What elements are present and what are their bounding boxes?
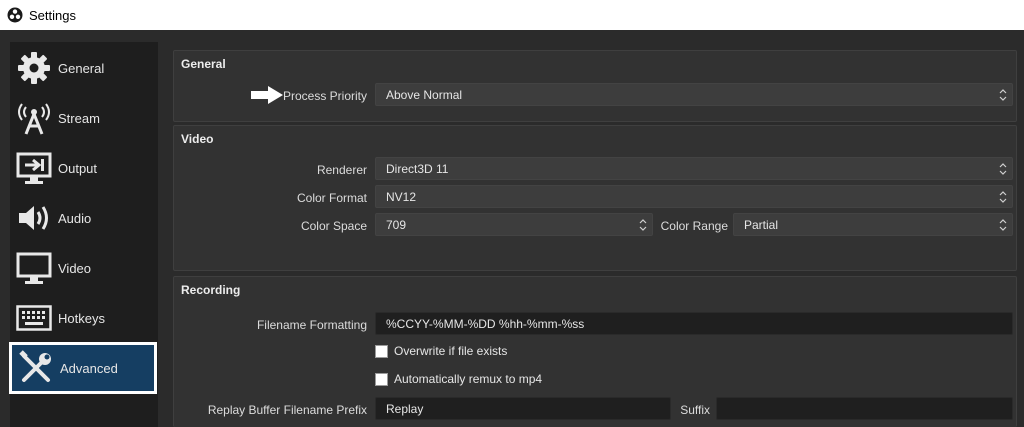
group-title-general: General xyxy=(181,57,226,71)
group-title-recording: Recording xyxy=(181,283,241,297)
remux-checkbox-label: Automatically remux to mp4 xyxy=(394,372,543,386)
broadcast-antenna-icon xyxy=(16,100,52,136)
group-title-video: Video xyxy=(181,132,214,146)
settings-window: General Stream Output Audio Video Hotkey… xyxy=(0,30,1024,427)
tools-icon xyxy=(18,350,54,386)
color-space-label: Color Space xyxy=(300,219,367,233)
sidebar-item-audio[interactable]: Audio xyxy=(10,193,158,243)
suffix-label: Suffix xyxy=(680,403,710,417)
dropdown-chevrons-icon xyxy=(998,87,1008,103)
color-format-label: Color Format xyxy=(296,191,367,205)
select-value: 709 xyxy=(386,217,407,232)
input-value: Replay xyxy=(386,401,424,416)
color-range-select[interactable]: Partial xyxy=(733,213,1013,236)
suffix-input[interactable] xyxy=(716,397,1013,420)
sidebar-item-general[interactable]: General xyxy=(10,43,158,93)
dropdown-chevrons-icon xyxy=(998,217,1008,233)
recording-group: Recording Filename Formatting %CCYY-%MM-… xyxy=(173,276,1017,427)
sidebar-item-label: Hotkeys xyxy=(58,310,105,326)
video-group: Video Renderer Direct3D 11 Color Format … xyxy=(173,125,1017,271)
sidebar-item-label: Stream xyxy=(58,110,100,126)
select-value: Above Normal xyxy=(386,87,463,102)
sidebar-item-advanced[interactable]: Advanced xyxy=(9,342,157,394)
general-group: General Process Priority Above Normal xyxy=(173,50,1017,122)
dropdown-chevrons-icon xyxy=(638,217,648,233)
sidebar-item-stream[interactable]: Stream xyxy=(10,93,158,143)
process-priority-label: Process Priority xyxy=(282,89,367,103)
overwrite-checkbox-label: Overwrite if file exists xyxy=(394,344,508,358)
select-value: Direct3D 11 xyxy=(386,161,449,176)
output-monitor-icon xyxy=(16,150,52,186)
color-range-label: Color Range xyxy=(660,219,728,233)
sidebar-item-label: Audio xyxy=(58,210,92,226)
remux-checkbox-row[interactable]: Automatically remux to mp4 xyxy=(375,372,542,386)
color-space-select[interactable]: 709 xyxy=(375,213,653,236)
monitor-icon xyxy=(16,250,52,286)
remux-checkbox[interactable] xyxy=(375,372,388,386)
color-format-select[interactable]: NV12 xyxy=(375,185,1013,208)
sidebar-item-label: General xyxy=(58,60,105,76)
sidebar-item-hotkeys[interactable]: Hotkeys xyxy=(10,293,158,343)
replay-prefix-input[interactable]: Replay xyxy=(375,397,671,420)
sidebar-item-label: Output xyxy=(58,160,98,176)
speaker-icon xyxy=(16,200,52,236)
select-value: Partial xyxy=(744,217,779,232)
filename-formatting-label: Filename Formatting xyxy=(256,318,367,332)
process-priority-select[interactable]: Above Normal xyxy=(375,83,1013,106)
window-title: Settings xyxy=(29,7,76,23)
overwrite-checkbox-row[interactable]: Overwrite if file exists xyxy=(375,344,507,358)
sidebar-item-label: Advanced xyxy=(60,360,118,376)
overwrite-checkbox[interactable] xyxy=(375,344,388,358)
renderer-select[interactable]: Direct3D 11 xyxy=(375,157,1013,180)
select-value: NV12 xyxy=(386,189,417,204)
dropdown-chevrons-icon xyxy=(998,161,1008,177)
dropdown-chevrons-icon xyxy=(998,189,1008,205)
settings-sidebar: General Stream Output Audio Video Hotkey… xyxy=(9,42,158,427)
sidebar-item-label: Video xyxy=(58,260,92,276)
keyboard-icon xyxy=(16,300,52,336)
sidebar-item-output[interactable]: Output xyxy=(10,143,158,193)
obs-logo-icon xyxy=(7,7,23,23)
settings-content: General Process Priority Above Normal Vi… xyxy=(167,42,1024,427)
replay-prefix-label: Replay Buffer Filename Prefix xyxy=(207,403,367,417)
title-bar: Settings xyxy=(0,0,1024,30)
input-value: %CCYY-%MM-%DD %hh-%mm-%ss xyxy=(386,316,585,331)
renderer-label: Renderer xyxy=(316,163,367,177)
sidebar-item-video[interactable]: Video xyxy=(10,243,158,293)
gear-icon xyxy=(16,50,52,86)
filename-formatting-input[interactable]: %CCYY-%MM-%DD %hh-%mm-%ss xyxy=(375,312,1013,335)
